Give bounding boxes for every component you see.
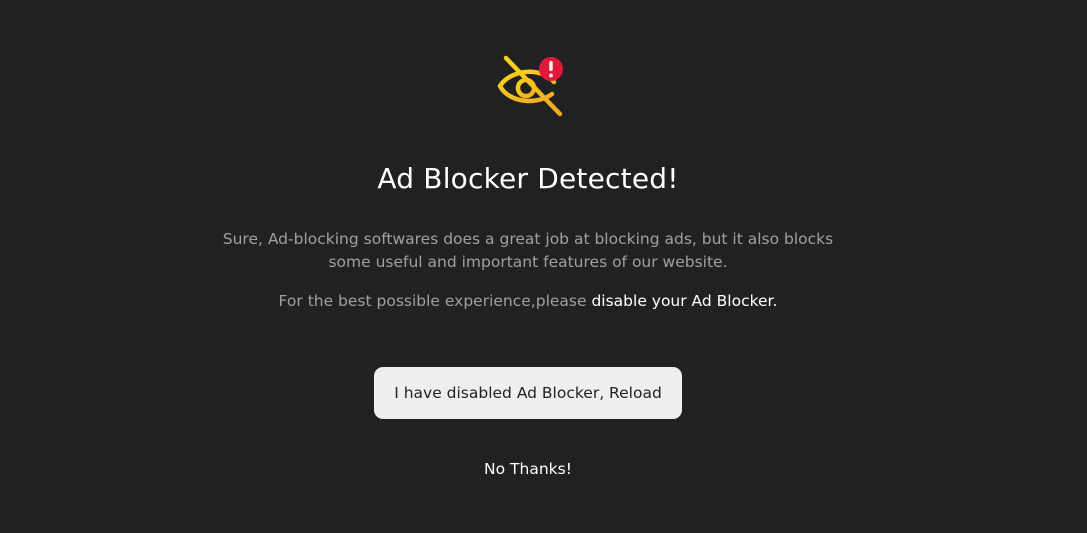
description-line-1: Sure, Ad-blocking softwares does a great… [222,230,834,248]
no-thanks-link[interactable]: No Thanks! [484,460,572,478]
description: Sure, Ad-blocking softwares does a great… [0,228,1056,274]
hint-text: For the best possible experience,please … [0,290,1056,313]
reload-button[interactable]: I have disabled Ad Blocker, Reload [374,367,682,419]
eye-slash-alert-icon [496,54,568,120]
no-thanks-container: No Thanks! [0,458,1056,481]
adblock-notice-page: Ad Blocker Detected! Sure, Ad-blocking s… [0,0,1087,533]
hint-emphasis: disable your Ad Blocker. [591,292,778,310]
page-title: Ad Blocker Detected! [377,162,679,195]
description-line-2: some useful and important features of ou… [328,253,728,271]
hint-prefix: For the best possible experience,please [278,292,592,310]
